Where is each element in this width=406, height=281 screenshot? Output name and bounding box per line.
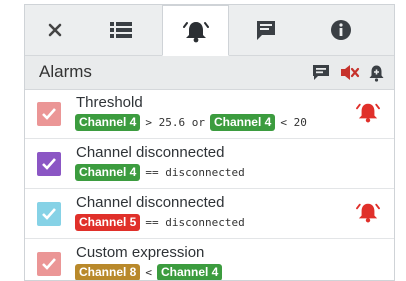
alarm-checkbox[interactable] bbox=[37, 252, 61, 276]
message-icon bbox=[255, 19, 277, 41]
alarm-row[interactable]: Custom expression Channel 8 < Channel 4 bbox=[25, 239, 394, 280]
tab-messages[interactable] bbox=[239, 5, 293, 55]
channel-chip: Channel 4 bbox=[75, 163, 141, 181]
tab-alarms[interactable] bbox=[162, 5, 229, 56]
message-icon[interactable] bbox=[312, 64, 330, 86]
channel-chip: Channel 8 bbox=[75, 263, 141, 280]
alarms-panel: Alarms Threshold Channel 4 > 25.6 or Cha… bbox=[24, 4, 395, 281]
checkmark-icon bbox=[42, 158, 56, 170]
tab-close[interactable] bbox=[31, 5, 79, 55]
alarm-expression: Channel 4 > 25.6 or Channel 4 < 20 bbox=[75, 113, 312, 131]
list-icon bbox=[110, 21, 132, 39]
alarm-bell-icon bbox=[182, 19, 209, 43]
checkmark-icon bbox=[42, 258, 56, 270]
alarm-title: Custom expression bbox=[76, 244, 205, 261]
alarm-row[interactable]: Channel disconnected Channel 5 == discon… bbox=[25, 189, 394, 239]
alarms-header: Alarms bbox=[25, 56, 394, 90]
alarm-expression: Channel 8 < Channel 4 bbox=[75, 263, 223, 280]
tab-bar bbox=[25, 5, 394, 56]
alarm-row[interactable]: Threshold Channel 4 > 25.6 or Channel 4 … bbox=[25, 89, 394, 139]
bell-plus-icon[interactable] bbox=[368, 64, 385, 87]
alarm-expression: Channel 4 == disconnected bbox=[75, 163, 250, 181]
checkmark-icon bbox=[42, 108, 56, 120]
alarm-checkbox[interactable] bbox=[37, 152, 61, 176]
alarm-title: Threshold bbox=[76, 94, 143, 111]
tab-list[interactable] bbox=[95, 5, 147, 55]
channel-chip: Channel 4 bbox=[209, 113, 276, 131]
expression-operator: < 20 bbox=[280, 115, 307, 129]
checkmark-icon bbox=[42, 208, 56, 220]
expression-operator: == disconnected bbox=[145, 165, 245, 179]
close-icon bbox=[48, 23, 62, 37]
alarm-title: Channel disconnected bbox=[76, 194, 225, 211]
ringing-bell-icon bbox=[356, 101, 380, 128]
channel-chip: Channel 5 bbox=[75, 213, 141, 231]
channel-chip: Channel 4 bbox=[75, 113, 141, 131]
expression-operator: > 25.6 or bbox=[145, 115, 205, 129]
channel-chip: Channel 4 bbox=[156, 263, 223, 280]
alarm-row[interactable]: Channel disconnected Channel 4 == discon… bbox=[25, 139, 394, 189]
alarm-title: Channel disconnected bbox=[76, 144, 225, 161]
ringing-bell-icon bbox=[356, 201, 380, 228]
info-icon bbox=[330, 19, 352, 41]
expression-operator: < bbox=[145, 265, 152, 279]
alarm-checkbox[interactable] bbox=[37, 202, 61, 226]
alarm-expression: Channel 5 == disconnected bbox=[75, 213, 250, 231]
page-title: Alarms bbox=[39, 62, 92, 81]
mute-icon[interactable] bbox=[340, 64, 360, 86]
expression-operator: == disconnected bbox=[145, 215, 245, 229]
tab-info[interactable] bbox=[315, 5, 367, 55]
alarm-checkbox[interactable] bbox=[37, 102, 61, 126]
